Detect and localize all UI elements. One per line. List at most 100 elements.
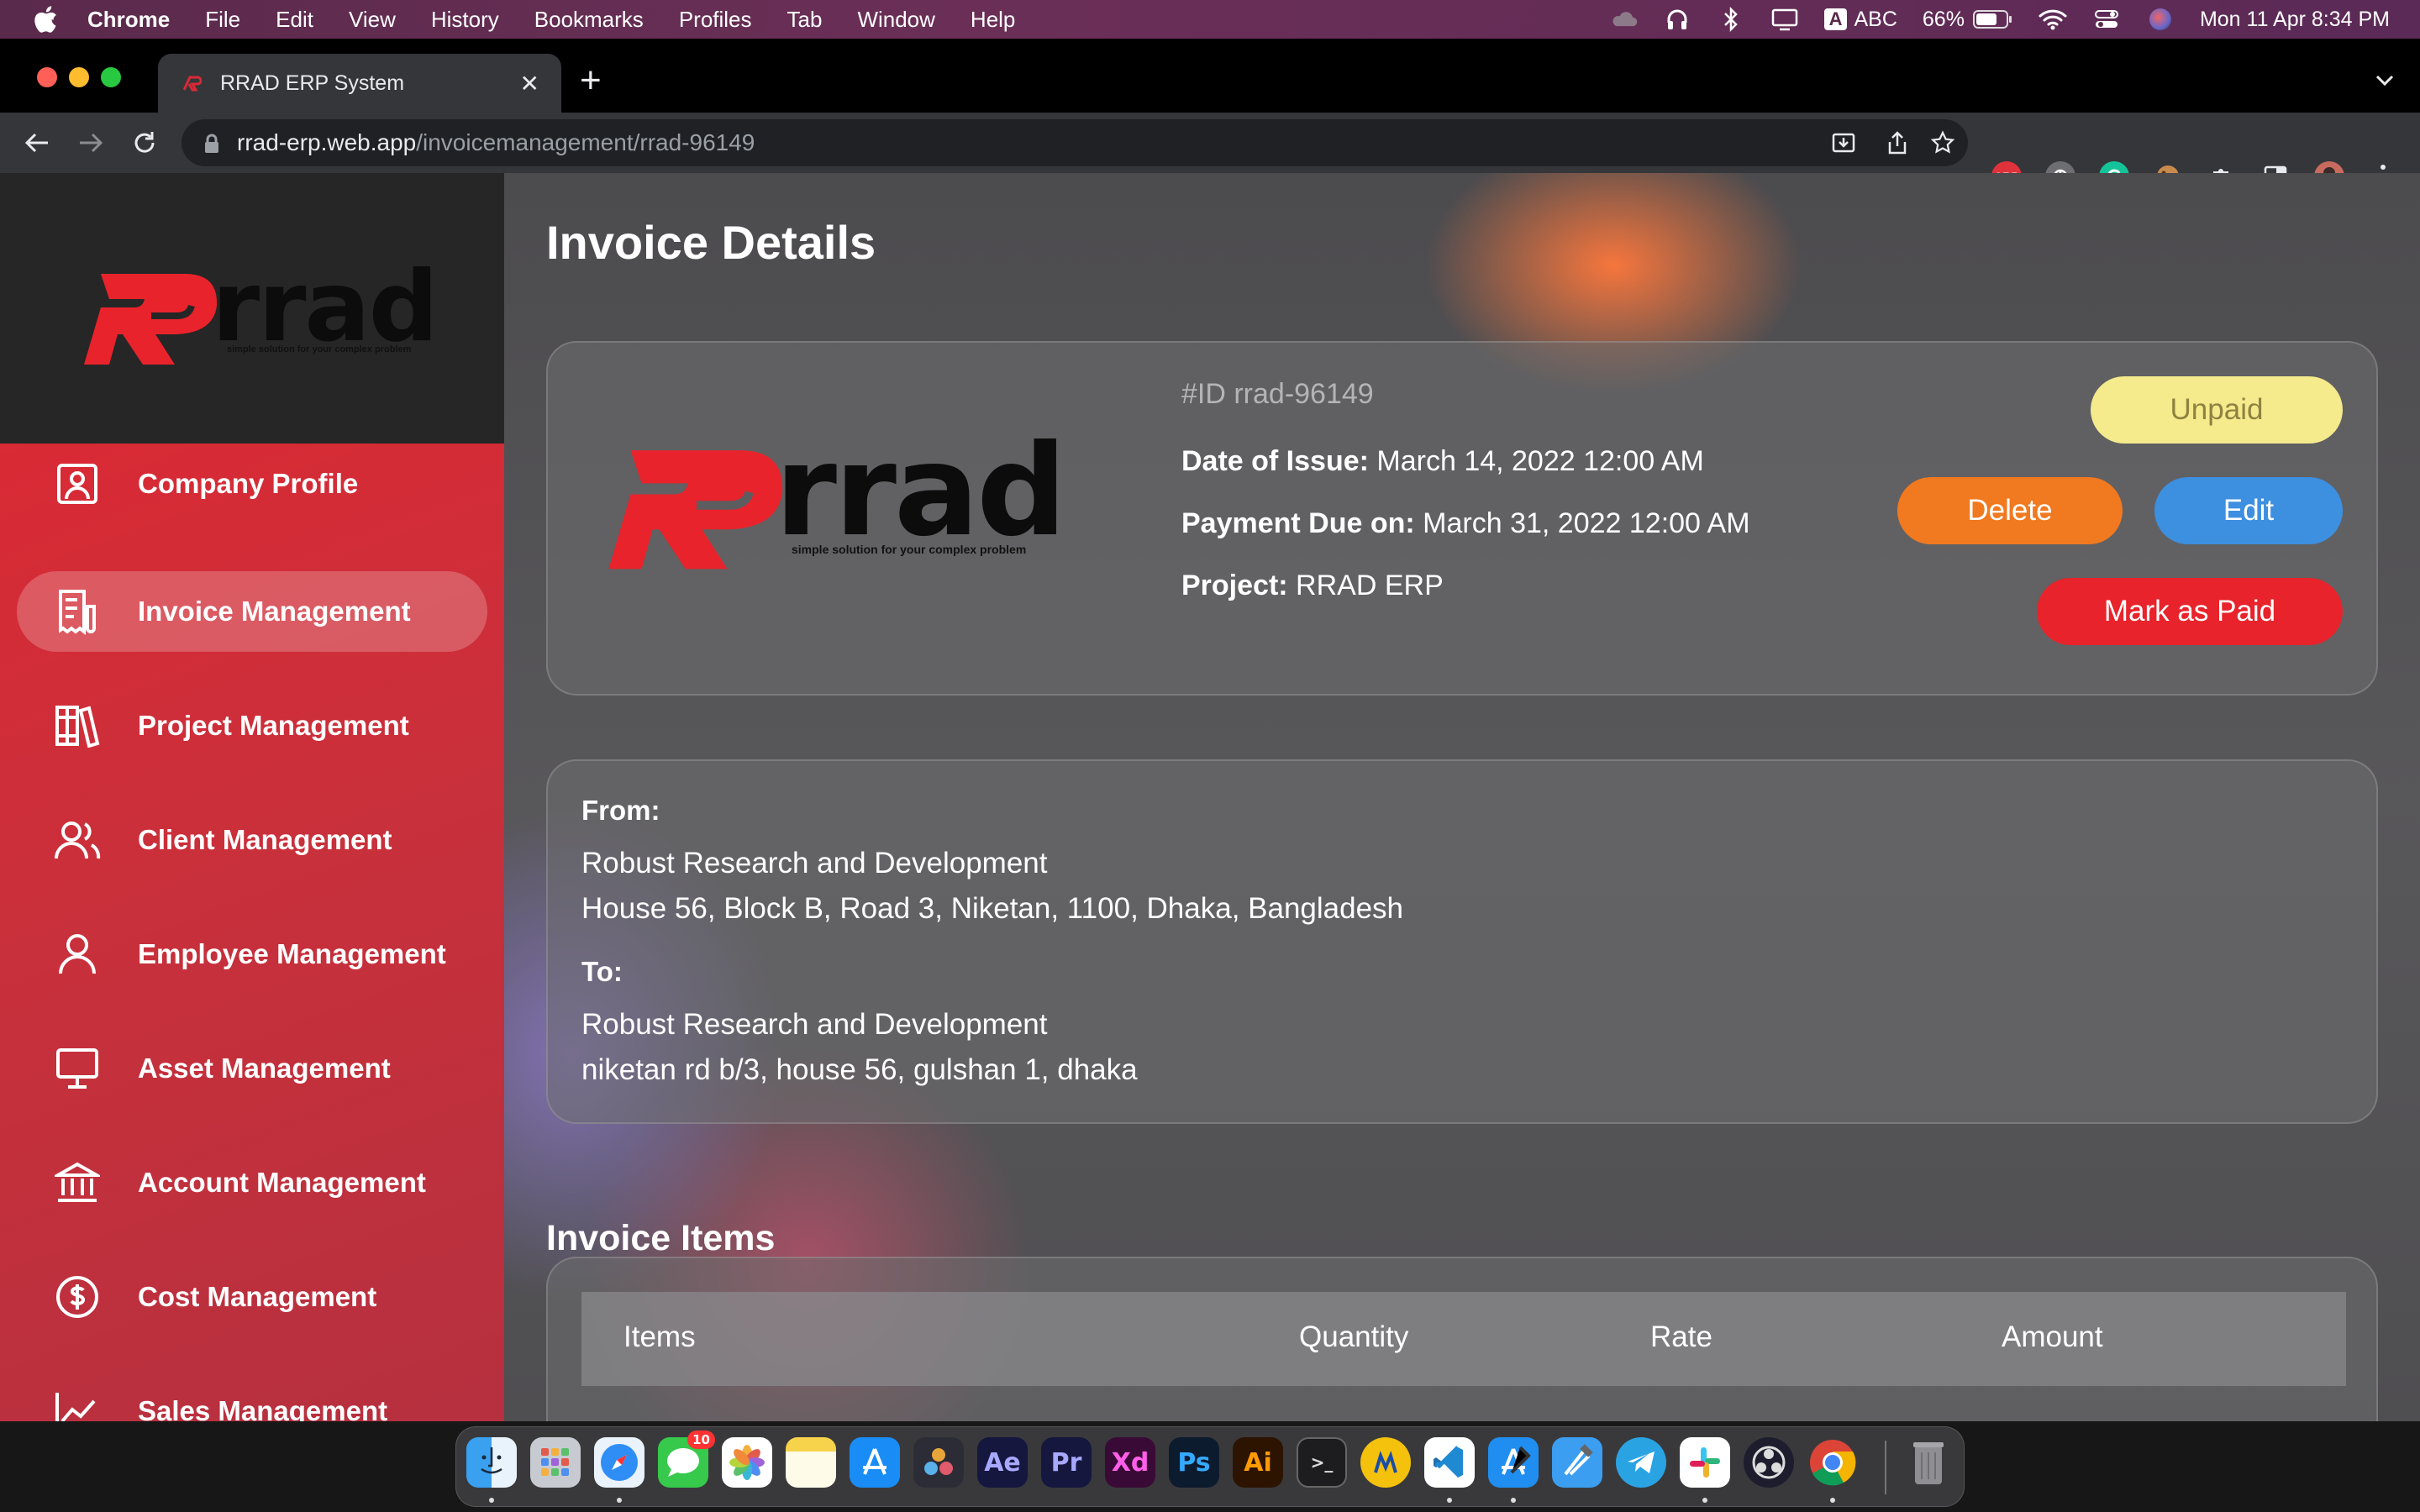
column-header-amount[interactable]: Amount xyxy=(2002,1320,2103,1354)
app-store-icon[interactable] xyxy=(850,1437,900,1488)
finder-icon[interactable] xyxy=(466,1437,517,1488)
siri-icon[interactable] xyxy=(2146,8,2175,31)
issue-date-row: Date of Issue: March 14, 2022 12:00 AM xyxy=(1181,445,1704,478)
menu-file[interactable]: File xyxy=(205,7,240,33)
app-yellow-icon[interactable] xyxy=(1360,1437,1411,1488)
forward-arrow-icon[interactable] xyxy=(72,124,109,161)
user-icon xyxy=(52,929,103,979)
invoice-items-title: Invoice Items xyxy=(546,1218,776,1258)
vscode-icon[interactable] xyxy=(1424,1437,1475,1488)
menu-help[interactable]: Help xyxy=(971,7,1015,33)
sidebar-item-client-management[interactable]: Client Management xyxy=(17,800,487,880)
sidebar-item-company-profile[interactable]: Company Profile xyxy=(17,444,487,524)
messages-icon[interactable]: 10 xyxy=(658,1431,715,1488)
wifi-icon[interactable] xyxy=(2039,8,2067,31)
input-source-icon[interactable]: A ABC xyxy=(1823,8,1897,31)
books-icon xyxy=(52,701,103,751)
display-icon[interactable] xyxy=(1770,8,1799,31)
sidebar-item-project-management[interactable]: Project Management xyxy=(17,685,487,766)
photos-icon[interactable] xyxy=(722,1437,772,1488)
sidebar-item-label: Invoice Management xyxy=(138,596,411,627)
web-page: rrad simple solution for your complex pr… xyxy=(0,173,2420,1421)
sidebar-item-account-management[interactable]: Account Management xyxy=(17,1142,487,1223)
zoom-window-button[interactable] xyxy=(101,67,121,87)
dock-running-indicator xyxy=(1511,1498,1516,1503)
menu-bookmarks[interactable]: Bookmarks xyxy=(534,7,644,33)
notes-icon[interactable] xyxy=(786,1437,836,1488)
sidebar-item-label: Project Management xyxy=(138,710,409,741)
menu-profiles[interactable]: Profiles xyxy=(679,7,752,33)
mark-as-paid-button[interactable]: Mark as Paid xyxy=(2037,578,2343,645)
dock-running-indicator xyxy=(1447,1498,1452,1503)
address-card: From: Robust Research and Development Ho… xyxy=(546,759,2378,1124)
address-bar[interactable]: rrad-erp.web.app/invoicemanagement/rrad-… xyxy=(182,119,1968,166)
battery-icon xyxy=(1972,10,2012,29)
control-center-icon[interactable] xyxy=(2092,8,2121,31)
share-icon[interactable] xyxy=(1884,129,1911,156)
terminal-icon[interactable]: >_ xyxy=(1297,1437,1347,1488)
sidebar-item-cost-management[interactable]: Cost Management xyxy=(17,1257,487,1337)
tab-search-chevron-icon[interactable] xyxy=(2375,67,2395,93)
menu-app-chrome[interactable]: Chrome xyxy=(87,7,170,33)
due-date-label: Payment Due on: xyxy=(1181,507,1415,539)
slack-icon[interactable] xyxy=(1680,1437,1730,1488)
minimize-window-button[interactable] xyxy=(69,67,89,87)
sidebar-item-sales-management[interactable]: Sales Management xyxy=(17,1371,487,1421)
safari-icon[interactable] xyxy=(594,1437,644,1488)
chrome-icon[interactable] xyxy=(1807,1437,1858,1488)
sidebar-item-employee-management[interactable]: Employee Management xyxy=(17,914,487,995)
invoice-icon xyxy=(52,586,103,637)
column-header-rate[interactable]: Rate xyxy=(1650,1320,1712,1354)
photoshop-icon[interactable]: Ps xyxy=(1169,1437,1219,1488)
premiere-pro-icon[interactable]: Pr xyxy=(1041,1437,1092,1488)
from-label: From: xyxy=(581,795,660,826)
illustrator-icon[interactable]: Ai xyxy=(1233,1437,1283,1488)
invoice-summary-card: rrad simple solution for your complex pr… xyxy=(546,341,2378,696)
tab-rrad-erp[interactable]: RRAD ERP System ✕ xyxy=(158,54,561,113)
dock-area: 10 Ae Pr Xd Ps Ai >_ xyxy=(0,1421,2420,1512)
menu-window[interactable]: Window xyxy=(857,7,934,33)
close-tab-icon[interactable]: ✕ xyxy=(520,70,539,97)
battery-status[interactable]: 66% xyxy=(1923,8,2013,31)
adobe-xd-icon[interactable]: Xd xyxy=(1105,1437,1155,1488)
xcode-icon[interactable] xyxy=(1488,1437,1539,1488)
after-effects-icon[interactable]: Ae xyxy=(977,1437,1028,1488)
headphones-icon[interactable] xyxy=(1663,8,1691,31)
bluetooth-icon[interactable] xyxy=(1717,7,1745,32)
install-app-icon[interactable] xyxy=(1830,129,1857,156)
issue-date-label: Date of Issue: xyxy=(1181,445,1369,477)
menu-history[interactable]: History xyxy=(431,7,499,33)
davinci-resolve-icon[interactable] xyxy=(913,1437,964,1488)
menu-view[interactable]: View xyxy=(349,7,396,33)
sidebar-item-asset-management[interactable]: Asset Management xyxy=(17,1028,487,1109)
invoice-id: #ID rrad-96149 xyxy=(1181,378,1374,410)
column-header-quantity[interactable]: Quantity xyxy=(1299,1320,1408,1354)
menubar-datetime[interactable]: Mon 11 Apr 8:34 PM xyxy=(2200,8,2390,32)
close-window-button[interactable] xyxy=(37,67,57,87)
apple-logo-icon[interactable] xyxy=(29,3,62,36)
reload-icon[interactable] xyxy=(126,124,163,161)
menu-tab[interactable]: Tab xyxy=(787,7,823,33)
sidebar-brand-tagline: simple solution for your complex problem xyxy=(227,344,412,354)
rrad-logo-mark-icon xyxy=(84,274,218,365)
sidebar-item-label: Asset Management xyxy=(138,1053,391,1084)
from-address: House 56, Block B, Road 3, Niketan, 1100… xyxy=(581,892,1404,925)
back-arrow-icon[interactable] xyxy=(18,124,55,161)
obs-icon[interactable] xyxy=(1744,1437,1794,1488)
delete-button[interactable]: Delete xyxy=(1897,477,2123,544)
bookmark-star-icon[interactable] xyxy=(1929,129,1956,156)
sidebar-item-invoice-management[interactable]: Invoice Management xyxy=(17,571,487,652)
menu-edit[interactable]: Edit xyxy=(276,7,313,33)
cloud-icon[interactable] xyxy=(1609,8,1638,31)
lock-icon[interactable] xyxy=(203,133,220,153)
new-tab-button[interactable]: + xyxy=(580,62,602,99)
column-header-items[interactable]: Items xyxy=(623,1320,696,1354)
trash-icon[interactable] xyxy=(1903,1437,1954,1488)
xcode-instruments-icon[interactable] xyxy=(1552,1437,1602,1488)
dock-running-indicator xyxy=(1830,1498,1835,1503)
telegram-icon[interactable] xyxy=(1616,1437,1666,1488)
rrad-logo[interactable]: rrad simple solution for your complex pr… xyxy=(84,257,439,366)
edit-button[interactable]: Edit xyxy=(2154,477,2343,544)
rrad-favicon-icon xyxy=(182,73,203,93)
launchpad-icon[interactable] xyxy=(530,1437,581,1488)
